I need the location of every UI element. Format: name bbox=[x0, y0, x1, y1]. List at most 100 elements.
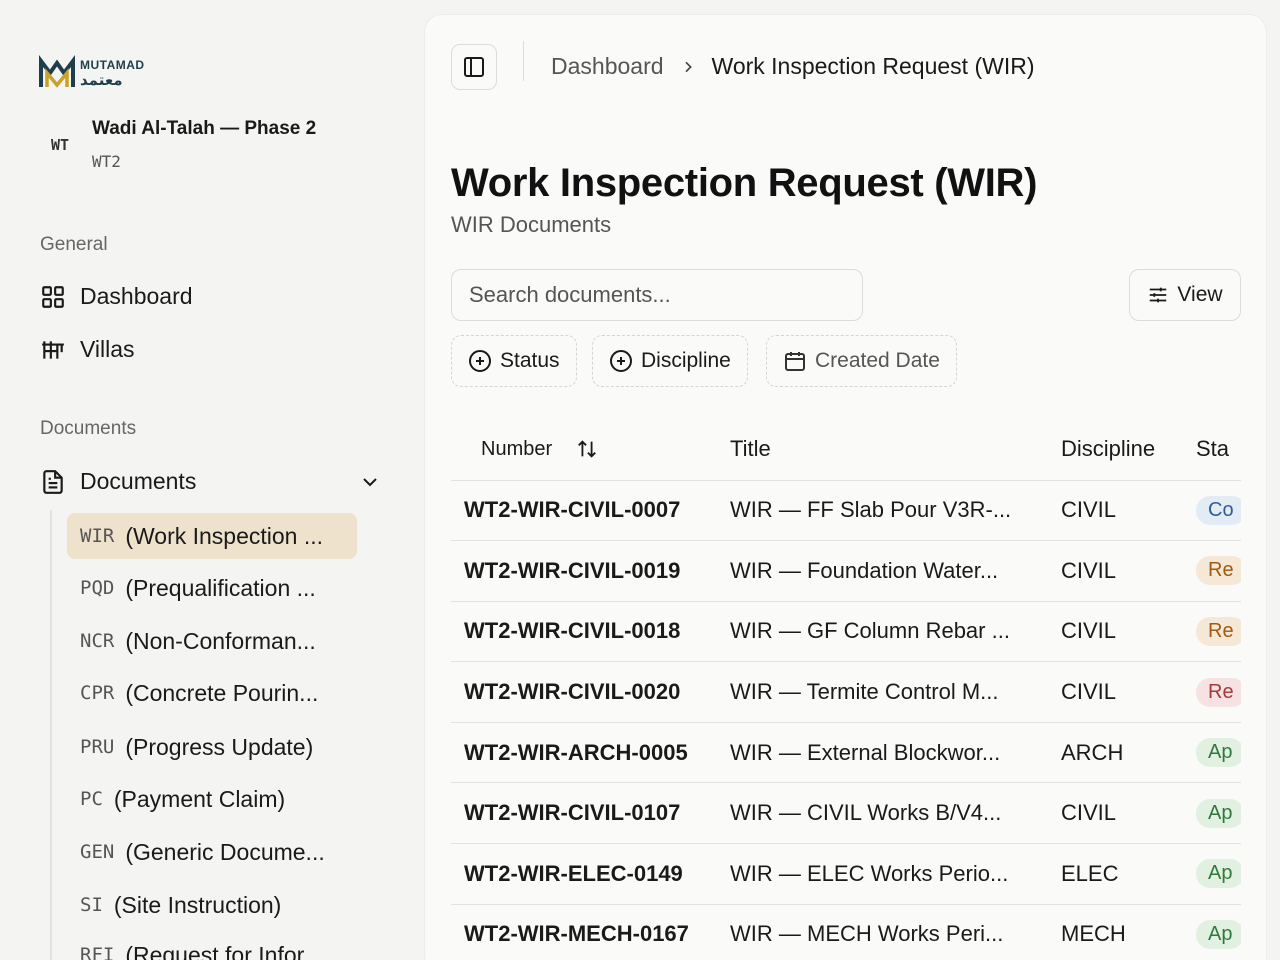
table-row[interactable]: WT2-WIR-MECH-0167 WIR — MECH Works Peri..… bbox=[451, 904, 1241, 960]
column-header-discipline[interactable]: Discipline bbox=[1061, 419, 1196, 481]
cell-title: WIR — ELEC Works Perio... bbox=[730, 843, 1061, 905]
cell-title: WIR — Termite Control M... bbox=[730, 661, 1061, 723]
brand-name-en: MUTAMAD bbox=[80, 57, 145, 72]
plus-circle-icon bbox=[469, 350, 491, 372]
view-options-button[interactable]: View bbox=[1129, 269, 1241, 321]
column-header-status[interactable]: Sta bbox=[1196, 419, 1241, 481]
cell-title: WIR — FF Slab Pour V3R-... bbox=[730, 480, 1061, 542]
cell-discipline: MECH bbox=[1061, 904, 1196, 960]
table-row[interactable]: WT2-WIR-ELEC-0149 WIR — ELEC Works Perio.… bbox=[451, 843, 1241, 905]
status-badge: Ap bbox=[1196, 798, 1241, 828]
section-label-documents: Documents bbox=[40, 418, 137, 439]
brand-logo[interactable]: MUTAMAD معتمد bbox=[38, 55, 145, 91]
column-header-label: Number bbox=[481, 437, 553, 460]
doc-type-code: SI bbox=[80, 894, 103, 916]
cell-status: Ap bbox=[1196, 782, 1241, 845]
doc-type-label: (Generic Docume... bbox=[125, 838, 325, 865]
project-switcher[interactable]: WT Wadi Al-Talah — Phase 2 WT2 bbox=[38, 118, 316, 171]
filter-label: Status bbox=[500, 349, 560, 372]
cell-number[interactable]: WT2-WIR-CIVIL-0018 bbox=[451, 601, 730, 663]
breadcrumb-dashboard-link[interactable]: Dashboard bbox=[551, 53, 664, 80]
cell-status: Ap bbox=[1196, 904, 1241, 960]
cell-number[interactable]: WT2-WIR-CIVIL-0020 bbox=[451, 661, 730, 723]
cell-title: WIR — MECH Works Peri... bbox=[730, 904, 1061, 960]
created-date-filter-button[interactable]: Created Date bbox=[766, 335, 957, 387]
sidebar-item-si[interactable]: SI (Site Instruction) bbox=[67, 882, 357, 928]
sidebar-item-ncr[interactable]: NCR (Non-Conforman... bbox=[67, 618, 357, 664]
doc-type-code: RFI bbox=[80, 944, 115, 960]
sidebar-item-label: Villas bbox=[80, 336, 135, 362]
subtree-divider bbox=[50, 510, 52, 960]
cell-number[interactable]: WT2-WIR-MECH-0167 bbox=[451, 904, 730, 960]
sidebar-item-dashboard[interactable]: Dashboard bbox=[40, 283, 193, 310]
table-row[interactable]: WT2-WIR-CIVIL-0020 WIR — Termite Control … bbox=[451, 661, 1241, 723]
status-badge: Ap bbox=[1196, 919, 1241, 949]
sidebar-item-pru[interactable]: PRU (Progress Update) bbox=[67, 724, 357, 770]
cell-discipline: ARCH bbox=[1061, 722, 1196, 784]
project-avatar: WT bbox=[50, 135, 70, 154]
filter-label: Discipline bbox=[641, 349, 731, 372]
cell-number[interactable]: WT2-WIR-ELEC-0149 bbox=[451, 843, 730, 905]
table-header-row: Number Title Discipline Sta bbox=[451, 419, 1241, 481]
project-code: WT2 bbox=[92, 152, 121, 171]
table-row[interactable]: WT2-WIR-CIVIL-0007 WIR — FF Slab Pour V3R… bbox=[451, 480, 1241, 542]
doc-type-code: PC bbox=[80, 788, 103, 810]
sidebar-item-pc[interactable]: PC (Payment Claim) bbox=[67, 776, 357, 822]
doc-type-label: (Concrete Pourin... bbox=[125, 679, 319, 706]
doc-type-code: PQD bbox=[80, 577, 115, 599]
page-title: Work Inspection Request (WIR) bbox=[451, 161, 1038, 205]
toolbar-divider bbox=[523, 41, 524, 81]
sidebar-item-pqd[interactable]: PQD (Prequalification ... bbox=[67, 565, 357, 611]
sidebar-toggle-button[interactable] bbox=[451, 44, 497, 90]
sidebar-item-villas[interactable]: Villas bbox=[40, 336, 135, 363]
status-badge: Co bbox=[1196, 495, 1241, 525]
cell-number[interactable]: WT2-WIR-CIVIL-0019 bbox=[451, 540, 730, 602]
cell-title: WIR — External Blockwor... bbox=[730, 722, 1061, 784]
discipline-filter-button[interactable]: Discipline bbox=[592, 335, 748, 387]
cell-number[interactable]: WT2-WIR-ARCH-0005 bbox=[451, 722, 730, 784]
cell-number[interactable]: WT2-WIR-CIVIL-0007 bbox=[451, 480, 730, 542]
logo-mark-icon bbox=[39, 55, 75, 88]
calendar-icon bbox=[785, 352, 805, 371]
table-row[interactable]: WT2-WIR-CIVIL-0019 WIR — Foundation Water… bbox=[451, 540, 1241, 602]
project-name: Wadi Al-Talah — Phase 2 bbox=[92, 118, 317, 139]
sort-icon[interactable] bbox=[576, 438, 598, 460]
doc-type-label: (Request for Infor... bbox=[125, 941, 323, 960]
status-badge: Re bbox=[1196, 616, 1241, 646]
breadcrumb-current: Work Inspection Request (WIR) bbox=[711, 53, 1035, 79]
plus-circle-icon bbox=[610, 350, 632, 372]
doc-type-label: (Progress Update) bbox=[125, 733, 314, 760]
table-row[interactable]: WT2-WIR-CIVIL-0018 WIR — GF Column Rebar … bbox=[451, 601, 1241, 663]
cell-status: Ap bbox=[1196, 843, 1241, 905]
cell-discipline: CIVIL bbox=[1061, 480, 1196, 542]
cell-status: Re bbox=[1196, 540, 1241, 602]
column-header-title[interactable]: Title bbox=[730, 419, 1061, 481]
table-row[interactable]: WT2-WIR-ARCH-0005 WIR — External Blockwor… bbox=[451, 722, 1241, 784]
doc-type-code: GEN bbox=[80, 841, 115, 863]
villa-icon bbox=[42, 340, 64, 359]
sidebar-item-gen[interactable]: GEN (Generic Docume... bbox=[67, 829, 357, 875]
chevron-down-icon[interactable] bbox=[358, 470, 382, 494]
cell-discipline: CIVIL bbox=[1061, 661, 1196, 723]
sidebar-item-rfi[interactable]: RFI (Request for Infor... bbox=[67, 932, 357, 960]
doc-type-label: (Work Inspection ... bbox=[125, 522, 324, 549]
main-panel: Dashboard Work Inspection Request (WIR) … bbox=[424, 14, 1267, 960]
doc-type-code: NCR bbox=[80, 630, 115, 652]
cell-status: Re bbox=[1196, 661, 1241, 723]
sidebar-group-documents[interactable]: Documents bbox=[40, 468, 196, 495]
search-input[interactable] bbox=[451, 269, 863, 321]
cell-title: WIR — CIVIL Works B/V4... bbox=[730, 782, 1061, 845]
column-header-number[interactable]: Number bbox=[451, 419, 730, 481]
doc-type-code: CPR bbox=[80, 682, 115, 704]
sidebar-item-wir[interactable]: WIR (Work Inspection ... bbox=[67, 513, 357, 559]
cell-number[interactable]: WT2-WIR-CIVIL-0107 bbox=[451, 782, 730, 845]
cell-discipline: CIVIL bbox=[1061, 782, 1196, 845]
sidebar-item-cpr[interactable]: CPR (Concrete Pourin... bbox=[67, 670, 357, 716]
status-filter-button[interactable]: Status bbox=[451, 335, 577, 387]
sliders-icon bbox=[1150, 287, 1167, 303]
table-row[interactable]: WT2-WIR-CIVIL-0107 WIR — CIVIL Works B/V4… bbox=[451, 782, 1241, 845]
breadcrumb: Dashboard Work Inspection Request (WIR) bbox=[551, 53, 1035, 80]
documents-table: Number Title Discipline Sta WT2-WIR-CIVI… bbox=[451, 419, 1241, 960]
cell-title: WIR — Foundation Water... bbox=[730, 540, 1061, 602]
doc-type-code: PRU bbox=[80, 736, 115, 758]
